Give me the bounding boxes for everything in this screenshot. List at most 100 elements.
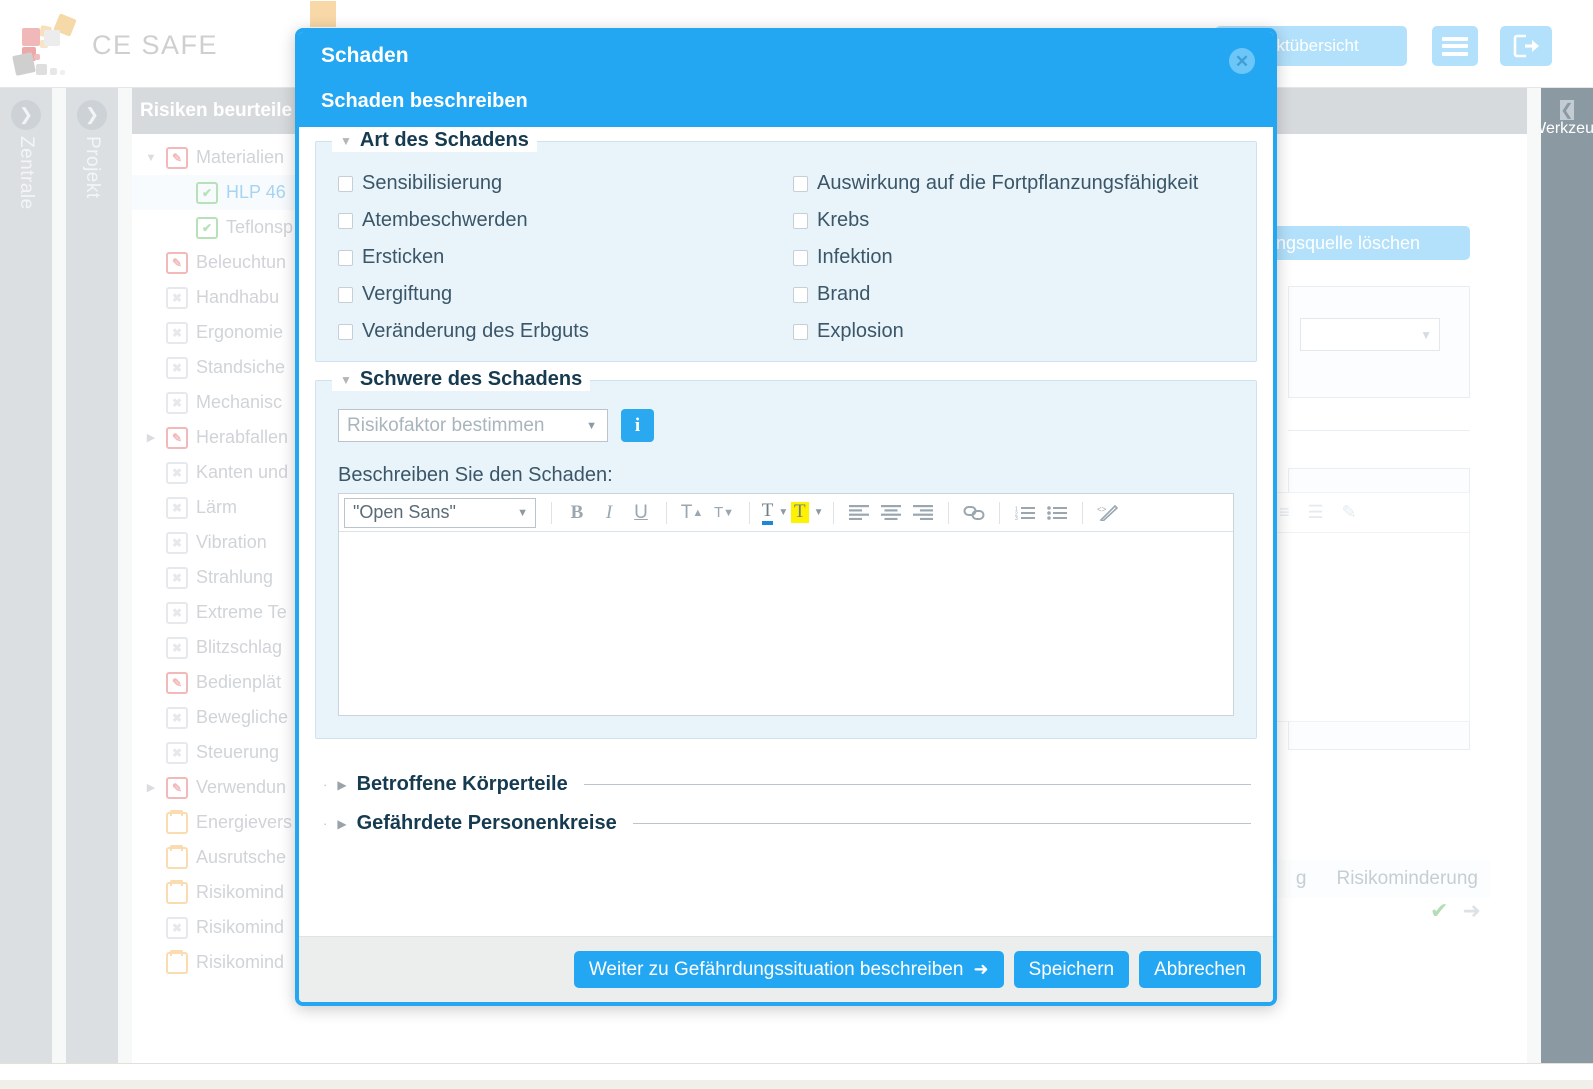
tree-item-label: Risikomind	[196, 952, 285, 972]
close-circle-icon[interactable]: ✕	[1229, 48, 1255, 74]
checkbox-item[interactable]: Atembeschwerden	[338, 209, 793, 232]
checkbox-icon[interactable]	[338, 212, 353, 229]
folder-icon	[162, 809, 192, 834]
align-right-icon[interactable]	[907, 498, 939, 528]
sidebar-tab-projekt[interactable]: ❯ Projekt	[66, 88, 118, 1063]
checkbox-item[interactable]: Vergiftung	[338, 283, 793, 306]
hamburger-menu-button[interactable]	[1432, 26, 1478, 66]
cancel-button[interactable]: Abbrechen	[1139, 951, 1261, 988]
superscript-icon[interactable]: T ▲	[676, 498, 708, 528]
tree-item-label: Standsiche	[196, 357, 286, 377]
caret-right-icon: ▶	[337, 777, 347, 792]
bullet-list-icon: ☰	[1307, 502, 1324, 522]
bullet-list-icon[interactable]	[1041, 498, 1073, 528]
modal-body: ▼ Art des Schadens Sensibilisierung Auswi…	[299, 127, 1273, 936]
tree-item-label: Ausrutsche	[196, 847, 287, 867]
section-dash: ·	[323, 816, 328, 831]
collapsed-section[interactable]: · ▶ Betroffene Körperteile	[323, 757, 1251, 796]
bold-icon[interactable]: B	[561, 498, 593, 528]
font-family-select[interactable]: "Open Sans" ▼	[344, 497, 536, 528]
tree-item-label: Materialien	[196, 147, 285, 167]
sidebar-gap-2	[118, 88, 132, 1063]
checkbox-icon[interactable]	[338, 249, 353, 266]
section-rule	[583, 784, 1251, 785]
tree-item-label: Lärm	[196, 497, 238, 517]
toolbar-separator	[1081, 501, 1083, 524]
text-color-icon[interactable]: T ▼	[759, 498, 791, 528]
section-schwere-des-schadens: ▼ Schwere des Schadens Risikofaktor best…	[315, 368, 1257, 739]
checkbox-item[interactable]: Explosion	[793, 320, 1234, 343]
checkbox-item[interactable]: Ersticken	[338, 246, 793, 269]
logout-button[interactable]	[1500, 26, 1552, 66]
checkbox-icon[interactable]	[793, 249, 808, 266]
caret-right-icon[interactable]: ▶	[140, 431, 162, 444]
ordered-list-icon[interactable]: 123	[1009, 498, 1041, 528]
document-edit-icon: ✎	[162, 251, 192, 274]
link-icon[interactable]	[958, 498, 990, 528]
checkbox-item[interactable]: Veränderung des Erbguts	[338, 320, 793, 343]
risikofaktor-info-button[interactable]: i	[621, 409, 654, 442]
sidebar-tab-werkzeug[interactable]: ❮ Werkzeug	[1531, 88, 1593, 1063]
checkbox-label: Explosion	[817, 320, 904, 342]
tree-item-label: Ergonomie	[196, 322, 284, 342]
checkbox-item[interactable]: Auswirkung auf die Fortpflanzungsfähigke…	[793, 172, 1234, 195]
tree-item-label: Verwendun	[196, 777, 287, 797]
schaden-editor-textarea[interactable]	[339, 532, 1233, 715]
tree-item-label: HLP 46	[226, 182, 286, 202]
chevron-right-circle-icon: ❯	[11, 100, 41, 130]
ce-safe-logo-icon	[12, 13, 86, 76]
bottom-accent-tab	[310, 1, 336, 27]
underline-icon[interactable]: U	[625, 498, 657, 528]
info-icon: i	[634, 414, 641, 436]
risikofaktor-select[interactable]: Risikofaktor bestimmen ▼	[338, 409, 608, 442]
tree-item-label: Beleuchtun	[196, 252, 287, 272]
app-root: CE SAFE jektübersicht ❯ Zentrale ❯ Proje…	[0, 0, 1593, 1089]
italic-icon[interactable]: I	[593, 498, 625, 528]
font-family-value: "Open Sans"	[353, 502, 456, 522]
modal-title: Schaden	[321, 44, 409, 67]
checkbox-item[interactable]: Sensibilisierung	[338, 172, 793, 195]
checkbox-item[interactable]: Krebs	[793, 209, 1234, 232]
caret-down-icon[interactable]: ▼	[140, 152, 162, 164]
checkbox-item[interactable]: Infektion	[793, 246, 1234, 269]
tree-item-label: Risikomind	[196, 917, 285, 937]
sidebar-tab-zentrale[interactable]: ❯ Zentrale	[0, 88, 52, 1063]
sidebar-gap-right	[1527, 88, 1541, 1063]
sidebar-tab-zentrale-label: Zentrale	[16, 136, 37, 210]
checkbox-item[interactable]: Brand	[793, 283, 1234, 306]
checkbox-label: Krebs	[817, 209, 870, 231]
collapsed-section[interactable]: · ▶ Gefährdete Personenkreise	[323, 796, 1251, 835]
checkbox-icon[interactable]	[793, 175, 808, 192]
art-des-schadens-checkbox-grid: Sensibilisierung Auswirkung auf die Fortp…	[338, 172, 1234, 343]
section-art-legend[interactable]: ▼ Art des Schadens	[332, 129, 537, 152]
source-code-icon[interactable]: <>	[1092, 498, 1124, 528]
toolbar-separator	[832, 501, 834, 524]
weiter-button[interactable]: Weiter zu Gefährdungssituation beschreib…	[573, 951, 1004, 988]
projektuebersicht-label: jektübersicht	[1263, 36, 1359, 55]
cancel-button-label: Abbrechen	[1154, 958, 1246, 980]
checkbox-label: Vergiftung	[362, 283, 453, 305]
checkbox-icon[interactable]	[338, 175, 353, 192]
highlight-color-icon[interactable]: T ▼	[791, 498, 824, 528]
align-center-icon[interactable]	[875, 498, 907, 528]
background-table-row-actions: ✔ ➜	[1430, 898, 1481, 924]
tree-item-label: Mechanisc	[196, 392, 283, 412]
checkbox-icon[interactable]	[793, 212, 808, 229]
checkbox-icon[interactable]	[338, 286, 353, 303]
save-button[interactable]: Speichern	[1013, 951, 1130, 988]
checkbox-icon[interactable]	[793, 286, 808, 303]
check-icon: ✔	[1430, 898, 1449, 923]
align-left-icon[interactable]	[843, 498, 875, 528]
checkbox-icon[interactable]	[338, 323, 353, 340]
section-schwere-legend-label: Schwere des Schadens	[359, 368, 583, 390]
checkbox-icon[interactable]	[793, 323, 808, 340]
document-edit-icon: ✎	[162, 776, 192, 799]
source-code-icon: ✎	[1341, 502, 1357, 522]
svg-text:<>: <>	[1097, 505, 1107, 514]
background-dropdown[interactable]: ▼	[1300, 318, 1440, 351]
background-rich-text-editor[interactable]: ≡ ☰ ✎	[1268, 492, 1470, 722]
caret-right-icon[interactable]: ▶	[140, 781, 162, 794]
subscript-icon[interactable]: T ▼	[708, 498, 740, 528]
checkbox-label: Auswirkung auf die Fortpflanzungsfähigke…	[817, 172, 1199, 194]
section-schwere-legend[interactable]: ▼ Schwere des Schadens	[332, 368, 591, 391]
